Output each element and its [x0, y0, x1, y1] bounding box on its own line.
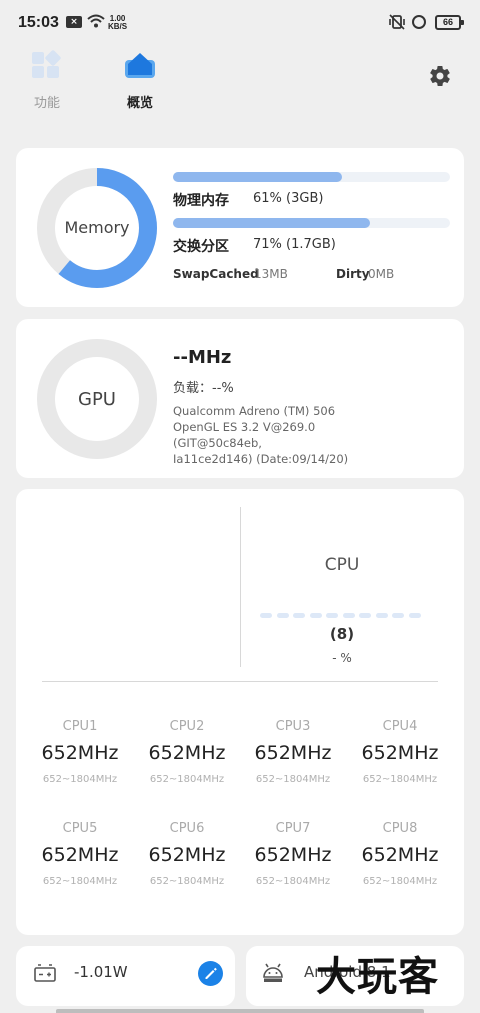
- tab-overview-label: 概览: [126, 96, 153, 111]
- swap-value: 71% (1.7GB): [253, 237, 336, 252]
- cpu-core-range: 652~1804MHz: [42, 876, 118, 887]
- cpu-usage-dash: [375, 613, 388, 618]
- battery-indicator: 66: [435, 15, 464, 30]
- cpu-divider-vertical: [240, 507, 241, 667]
- swap-bar-fill: [173, 218, 370, 228]
- gpu-info: Qualcomm Adreno (TM) 506 OpenGL ES 3.2 V…: [173, 403, 403, 467]
- cpu-core-name: CPU6: [169, 821, 205, 836]
- gpu-info-line: OpenGL ES 3.2 V@269.0 (GIT@50c84eb,: [173, 420, 316, 450]
- cpu-usage-dash: [408, 613, 421, 618]
- cpu-core-name: CPU3: [275, 719, 311, 734]
- grid-icon: [32, 50, 61, 78]
- gpu-info-line: Qualcomm Adreno (TM) 506: [173, 404, 336, 418]
- cpu-core: CPU5 652MHz 652~1804MHz: [27, 821, 133, 887]
- dirty-value: 0MB: [368, 267, 395, 281]
- wifi-icon: [87, 14, 105, 28]
- cpu-usage-dash: [342, 613, 355, 618]
- cpu-usage-dash: [260, 613, 272, 618]
- cpu-core-name: CPU8: [382, 821, 418, 836]
- cpu-core-range: 652~1804MHz: [149, 876, 225, 887]
- memory-card[interactable]: Memory 物理内存 61% (3GB) 交换分区 71% (1.7GB) S…: [16, 148, 464, 307]
- cpu-title: CPU: [324, 555, 360, 575]
- status-time: 15:03: [18, 14, 59, 31]
- power-value: -1.01W: [74, 963, 128, 981]
- cpu-core-range: 652~1804MHz: [362, 876, 438, 887]
- cpu-core: CPU8 652MHz 652~1804MHz: [347, 821, 453, 887]
- physical-memory-value: 61% (3GB): [253, 191, 324, 206]
- cpu-core: CPU1 652MHz 652~1804MHz: [27, 719, 133, 785]
- physical-memory-bar-fill: [173, 172, 342, 182]
- swap-label: 交换分区: [173, 239, 229, 255]
- cpu-core-freq: 652MHz: [361, 844, 439, 866]
- cpu-core-freq: 652MHz: [41, 844, 119, 866]
- cpu-core-range: 652~1804MHz: [255, 774, 331, 785]
- memory-ring-label: Memory: [64, 218, 130, 237]
- swapcached-value: 13MB: [254, 267, 288, 281]
- physical-memory-bar: [173, 172, 450, 182]
- cpu-card[interactable]: CPU (8) - % CPU1 652MHz 652~1804MHz CPU2…: [16, 489, 464, 935]
- tab-overview[interactable]: 概览: [110, 50, 170, 111]
- cpu-core-name: CPU4: [382, 719, 418, 734]
- cpu-core-range: 652~1804MHz: [362, 774, 438, 785]
- cpu-usage-dash: [326, 613, 338, 618]
- settings-gear-icon[interactable]: [428, 64, 452, 88]
- gpu-frequency: --MHz: [173, 347, 232, 368]
- cpu-core-name: CPU5: [62, 821, 98, 836]
- tab-functions[interactable]: 功能: [17, 50, 77, 111]
- swapcached-label: SwapCached: [173, 267, 259, 281]
- pencil-icon: [205, 967, 217, 979]
- gpu-ring-label: GPU: [78, 389, 116, 410]
- cpu-divider-horizontal: [42, 681, 438, 682]
- dirty-label: Dirty: [336, 267, 370, 281]
- cpu-core-range: 652~1804MHz: [42, 774, 118, 785]
- status-bar: 15:03 × 1.00 KB/S 66: [0, 0, 480, 44]
- cpu-core-freq: 652MHz: [148, 742, 226, 764]
- home-icon: [125, 53, 155, 78]
- gpu-load: 负载：--%: [173, 381, 234, 396]
- cpu-usage-dash: [293, 613, 305, 618]
- cpu-core: CPU4 652MHz 652~1804MHz: [347, 719, 453, 785]
- cpu-usage-dash: [359, 613, 371, 618]
- watermark-logo: 大玩客: [316, 954, 439, 1000]
- cpu-core-range: 652~1804MHz: [149, 774, 225, 785]
- gpu-card[interactable]: GPU --MHz 负载：--% Qualcomm Adreno (TM) 50…: [16, 319, 464, 478]
- cpu-core-freq: 652MHz: [254, 844, 332, 866]
- cpu-usage-dash: [309, 613, 322, 618]
- tab-functions-label: 功能: [33, 96, 60, 111]
- cpu-core-freq: 652MHz: [41, 742, 119, 764]
- battery-icon: [34, 964, 56, 982]
- navigation-bar: [56, 1009, 424, 1013]
- cpu-usage-dashes: [260, 613, 426, 619]
- cpu-core-name: CPU1: [62, 719, 98, 734]
- cpu-core: CPU3 652MHz 652~1804MHz: [240, 719, 346, 785]
- power-card[interactable]: -1.01W: [16, 946, 235, 1006]
- network-speed-unit: KB/S: [108, 22, 128, 31]
- cpu-core: CPU7 652MHz 652~1804MHz: [240, 821, 346, 887]
- cpu-core-count: (8): [329, 625, 355, 643]
- physical-memory-label: 物理内存: [173, 193, 229, 209]
- vibrate-off-icon: [389, 14, 405, 30]
- cpu-usage-dash: [392, 613, 404, 618]
- cpu-core-name: CPU2: [169, 719, 205, 734]
- cpu-usage-dash: [276, 613, 289, 618]
- network-speed: 1.00 KB/S: [108, 15, 127, 31]
- notification-x-icon: ×: [66, 16, 82, 28]
- android-icon: [263, 963, 283, 982]
- cpu-usage: - %: [332, 651, 352, 665]
- gpu-info-line: Ia11ce2d146) (Date:09/14/20): [173, 452, 349, 466]
- edit-button[interactable]: [198, 961, 223, 986]
- cpu-core-freq: 652MHz: [254, 742, 332, 764]
- cpu-core-freq: 652MHz: [148, 844, 226, 866]
- cpu-core-freq: 652MHz: [361, 742, 439, 764]
- cpu-core: CPU6 652MHz 652~1804MHz: [134, 821, 240, 887]
- cpu-core: CPU2 652MHz 652~1804MHz: [134, 719, 240, 785]
- cpu-core-range: 652~1804MHz: [255, 876, 331, 887]
- swap-bar: [173, 218, 450, 228]
- rotation-lock-icon: [412, 15, 426, 29]
- cpu-core-name: CPU7: [275, 821, 311, 836]
